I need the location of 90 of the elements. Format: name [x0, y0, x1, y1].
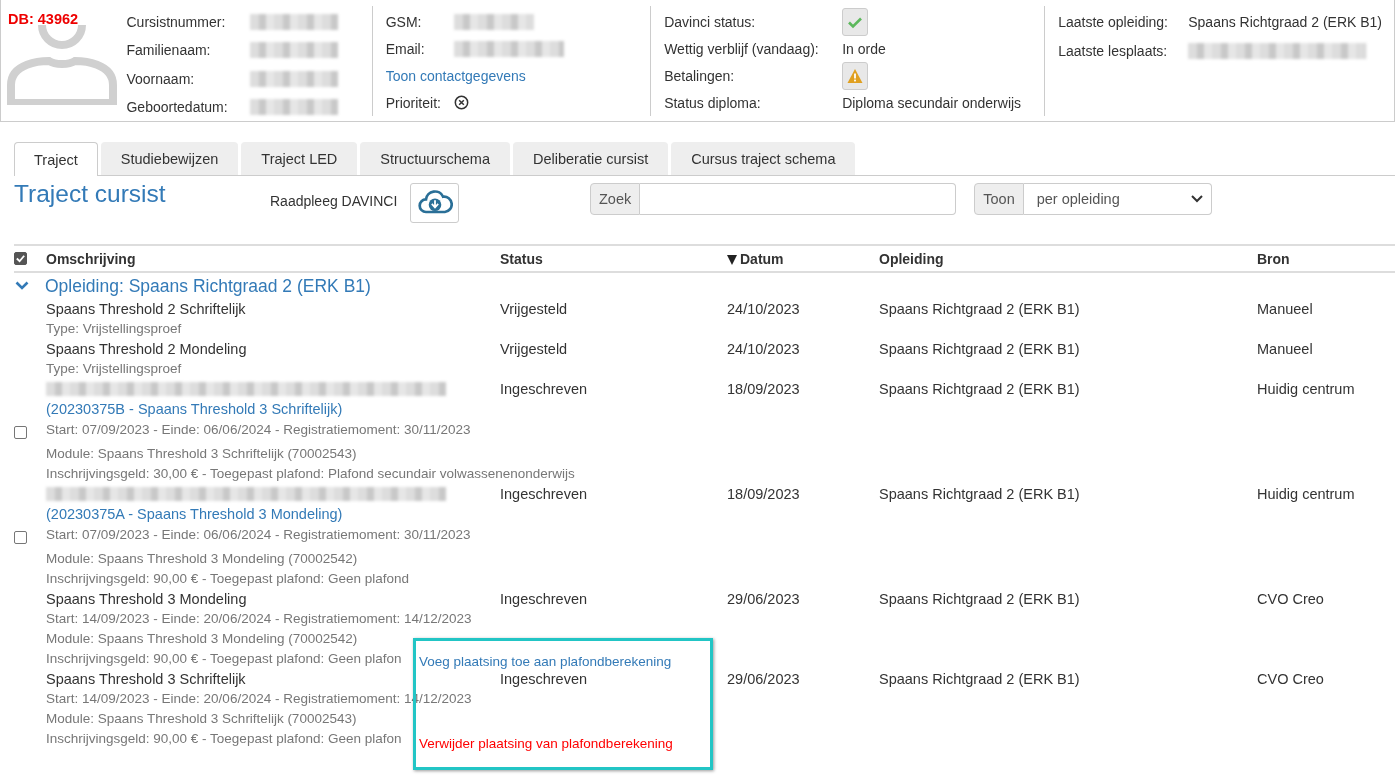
column-header[interactable]: Bron [1257, 250, 1290, 267]
tab[interactable]: Deliberatie cursist [512, 142, 669, 175]
status-cell-text: Ingeschreven [500, 590, 589, 609]
field-label: Wettig verblijf (vandaag): [664, 41, 820, 57]
date-cell-text: 18/09/2023 [727, 485, 801, 504]
select-all-checkbox[interactable] [14, 252, 27, 265]
detail-text: Module: Spaans Threshold 3 Schriftelijk (70002543) [46, 445, 357, 463]
detail-text: Module: Spaans Threshold 3 Schriftelijk (70002543) [46, 710, 357, 728]
column-header[interactable]: Status [500, 250, 543, 267]
search-field[interactable] [640, 183, 957, 215]
status-cell-text: Ingeschreven [500, 670, 589, 689]
programme-cell-text: Spaans Richtgraad 2 (ERK B1) [879, 485, 1081, 504]
view-label: Toon [974, 183, 1024, 215]
row-title: Spaans Threshold 3 Mondeling [46, 590, 247, 609]
row-title: Spaans Threshold 3 Schriftelijk [46, 670, 246, 689]
status-cell-text: Ingeschreven [500, 380, 589, 399]
source-cell-text: CVO Creo [1257, 590, 1324, 609]
source-cell-text: Manueel [1257, 340, 1313, 359]
tab[interactable]: Studiebewijzen [100, 142, 239, 175]
row-checkbox[interactable] [14, 531, 27, 544]
status-cell-text: Vrijgesteld [500, 300, 569, 319]
status-cell-text: Vrijgesteld [500, 340, 569, 359]
detail-text: Module: Spaans Threshold 3 Mondeling (70002542) [46, 550, 358, 568]
davinci-label: Raadpleeg DAVINCI [270, 193, 399, 209]
column-header[interactable]: Opleiding [879, 250, 944, 267]
row-title: Spaans Threshold 2 Schriftelijk [46, 300, 246, 319]
field-label: Email: [385, 40, 426, 57]
detail-text: Inschrijvingsgeld: 30,00 € - Toegepast plafond: Plafond secundair volwassenenonderwijs [46, 465, 575, 483]
field-label: Status diploma: [664, 95, 762, 111]
date-cell-text: 29/06/2023 [727, 590, 801, 609]
field-label: Voornaam: [126, 70, 196, 87]
chevron-down-icon [1190, 195, 1203, 203]
detail-text: Inschrijvingsgeld: 90,00 € - Toegepast plafond: Geen plafon [46, 730, 402, 748]
source-cell-text: Manueel [1257, 300, 1313, 319]
avatar-icon [7, 25, 117, 105]
field-label: GSM: [385, 13, 423, 30]
cloud-download-button[interactable] [410, 183, 459, 223]
date-cell-text: 24/10/2023 [727, 300, 801, 319]
status-cell-text: Ingeschreven [500, 485, 589, 504]
course-link[interactable]: (20230375B - Spaans Threshold 3 Schriftelijk) [46, 398, 343, 420]
tab[interactable]: Traject LED [241, 142, 358, 175]
detail-text: Type: Vrijstellingsproef [46, 360, 182, 378]
row-title: Spaans Threshold 2 Mondeling [46, 340, 247, 359]
field-label: Laatste lesplaats: [1058, 42, 1169, 59]
view-select[interactable]: per opleiding [1023, 183, 1212, 215]
tab[interactable]: Traject [14, 142, 98, 176]
source-cell-text: CVO Creo [1257, 670, 1324, 689]
programme-cell-text: Spaans Richtgraad 2 (ERK B1) [879, 670, 1081, 689]
chevron-icon[interactable] [15, 281, 29, 291]
column-header[interactable]: Omschrijving [46, 250, 136, 267]
field-label: Davinci status: [664, 14, 757, 30]
detail-text: Inschrijvingsgeld: 90,00 € - Toegepast plafond: Geen plafond [46, 570, 409, 588]
field-value: Spaans Richtgraad 2 (ERK B1) [1188, 14, 1382, 31]
detail-text: Module: Spaans Threshold 3 Mondeling (70002542) [46, 630, 358, 648]
tab[interactable]: Structuurschema [360, 142, 510, 175]
group-title[interactable]: Opleiding: Spaans Richtgraad 2 (ERK B1) [45, 275, 371, 297]
programme-cell-text: Spaans Richtgraad 2 (ERK B1) [879, 300, 1081, 319]
field-label: Geboortedatum: [126, 98, 229, 115]
detail-text: Inschrijvingsgeld: 90,00 € - Toegepast plafond: Geen plafon [46, 650, 402, 668]
field-label: Betalingen: [664, 68, 736, 84]
detail-text: Type: Vrijstellingsproef [46, 320, 182, 338]
field-label: Familienaam: [126, 42, 212, 59]
column-header[interactable]: Datum [727, 250, 784, 267]
record-id: DB: 43962 [8, 11, 80, 27]
course-link[interactable]: (20230375A - Spaans Threshold 3 Mondeling) [46, 503, 343, 525]
field-label: Cursistnummer: [126, 14, 227, 31]
detail-text: Start: 07/09/2023 - Einde: 06/06/2024 - Registratiemoment: 30/11/2023 [46, 421, 471, 439]
date-cell-text: 18/09/2023 [727, 380, 801, 399]
page-title: Traject cursist [14, 180, 167, 208]
search-label: Zoek [590, 183, 641, 215]
field-value: Diploma secundair onderwijs [842, 95, 1022, 111]
detail-text: Start: 14/09/2023 - Einde: 20/06/2024 - Registratiemoment: 14/12/2023 [46, 610, 472, 628]
source-cell-text: Huidig centrum [1257, 485, 1355, 504]
programme-cell-text: Spaans Richtgraad 2 (ERK B1) [879, 340, 1081, 359]
date-cell-text: 24/10/2023 [727, 340, 801, 359]
check-icon[interactable] [842, 8, 869, 36]
programme-cell-text: Spaans Richtgraad 2 (ERK B1) [879, 590, 1081, 609]
detail-text: Start: 07/09/2023 - Einde: 06/06/2024 - Registratiemoment: 30/11/2023 [46, 526, 471, 544]
field-label: Laatste opleiding: [1058, 14, 1169, 31]
menu-link[interactable]: Voeg plaatsing toe aan plafondberekening [419, 654, 674, 669]
cancel-icon [453, 95, 469, 110]
date-cell-text: 29/06/2023 [727, 670, 801, 689]
field-label: Prioriteit: [385, 94, 442, 111]
tab[interactable]: Cursus traject schema [671, 142, 856, 175]
row-checkbox[interactable] [14, 426, 27, 439]
programme-cell-text: Spaans Richtgraad 2 (ERK B1) [879, 380, 1081, 399]
menu-link[interactable]: Verwijder plaatsing van plafondberekening [419, 736, 675, 751]
contact-link[interactable]: Toon contactgegevens [385, 67, 526, 84]
field-value: In orde [842, 41, 886, 57]
source-cell-text: Huidig centrum [1257, 380, 1355, 399]
